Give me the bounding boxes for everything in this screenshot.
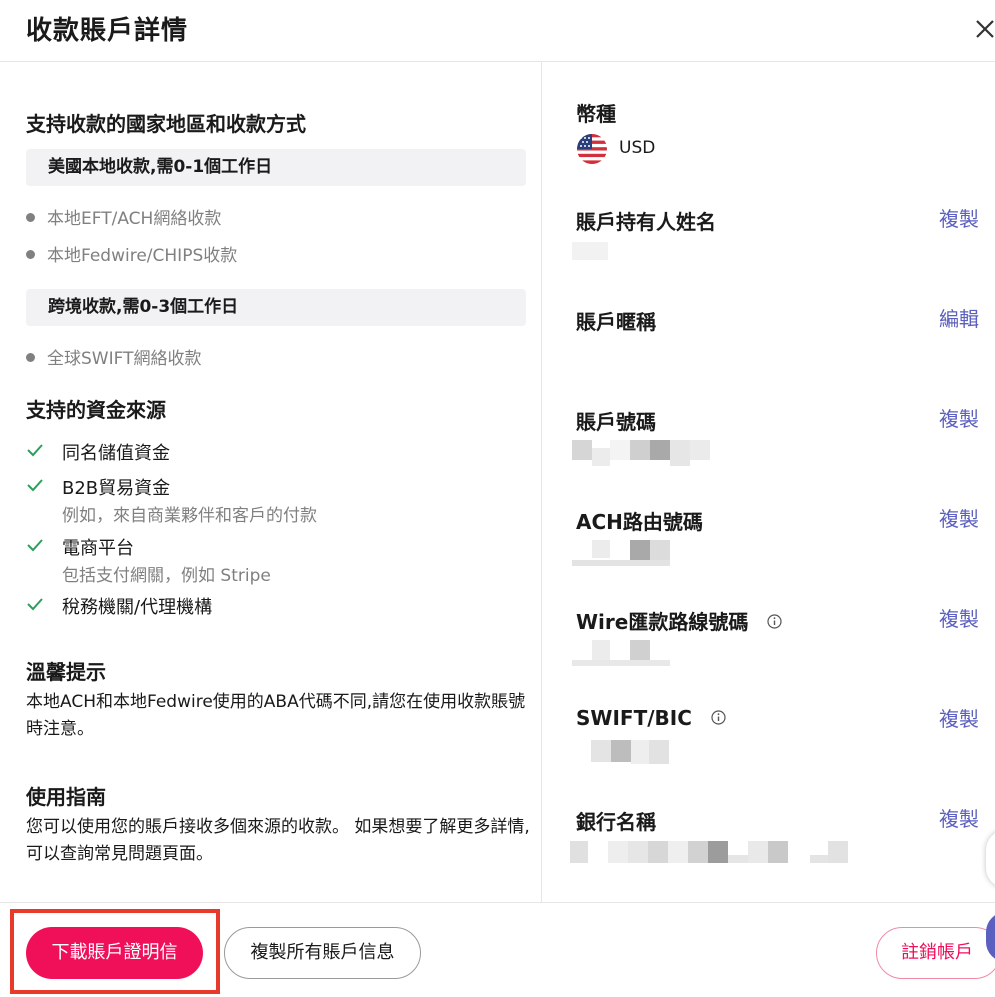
download-proof-letter-button[interactable]: 下載賬戶證明信 xyxy=(26,927,203,979)
copy-bank-name-button[interactable]: 複製 xyxy=(939,803,979,832)
tip-text: 本地ACH和本地Fedwire使用的ABA代碼不同,請您在使用收款賬號時注意。 xyxy=(26,692,526,739)
field-label-wire-routing: Wire匯款路線號碼 xyxy=(576,606,782,635)
check-icon xyxy=(27,539,43,552)
currency-value: USD xyxy=(619,138,656,158)
modal-footer: 下載賬戶證明信 複製所有賬戶信息 註銷帳戶 xyxy=(0,902,995,997)
source-sublabel: 例如，來自商業夥伴和客戶的付款 xyxy=(62,506,317,526)
check-icon xyxy=(27,479,43,492)
source-label: B2B貿易資金 xyxy=(62,478,171,499)
guide-title: 使用指南 xyxy=(26,785,106,809)
method-heading-local: 美國本地收款,需0-1個工作日 xyxy=(26,149,526,186)
copy-swift-bic-button[interactable]: 複製 xyxy=(939,703,979,732)
supported-methods-title: 支持收款的國家地區和收款方式 xyxy=(26,112,306,136)
info-panel: 支持收款的國家地區和收款方式 美國本地收款,需0-1個工作日 本地EFT/ACH… xyxy=(0,62,542,902)
copy-ach-routing-button[interactable]: 複製 xyxy=(939,503,979,532)
field-label-holder-name: 賬戶持有人姓名 xyxy=(576,210,716,234)
field-label-nickname: 賬戶暱稱 xyxy=(576,310,656,334)
page-title: 收款賬戶詳情 xyxy=(26,16,189,46)
copy-account-number-button[interactable]: 複製 xyxy=(939,403,979,432)
currency-label: 幣種 xyxy=(576,102,616,126)
copy-holder-name-button[interactable]: 複製 xyxy=(939,203,979,232)
account-details-panel: 幣種 USD 賬戶持有人姓名 複製 賬戶暱稱 編輯 賬戶號碼 複製 ACH路由號… xyxy=(543,62,995,902)
copy-wire-routing-button[interactable]: 複製 xyxy=(939,603,979,632)
copy-all-info-button[interactable]: 複製所有賬戶信息 xyxy=(224,927,421,979)
bullet-dot xyxy=(26,249,35,259)
check-icon xyxy=(27,444,43,457)
source-label: 電商平台 xyxy=(62,538,134,559)
fund-sources-title: 支持的資金來源 xyxy=(26,398,166,422)
list-item: 本地Fedwire/CHIPS收款 xyxy=(26,241,237,266)
close-account-button[interactable]: 註銷帳戶 xyxy=(876,927,995,979)
source-label: 同名儲值資金 xyxy=(62,443,170,464)
us-flag-icon xyxy=(577,134,607,164)
list-item: 全球SWIFT網絡收款 xyxy=(26,344,201,369)
field-label-swift-bic: SWIFT/BIC xyxy=(576,706,726,730)
list-item: 本地EFT/ACH網絡收款 xyxy=(26,204,221,229)
tip-title: 溫馨提示 xyxy=(26,660,106,684)
modal-header: 收款賬戶詳情 xyxy=(0,0,995,62)
close-icon[interactable] xyxy=(974,18,995,40)
source-label: 稅務機關/代理機構 xyxy=(62,597,213,618)
info-icon[interactable] xyxy=(711,710,726,725)
source-sublabel: 包括支付網關，例如 Stripe xyxy=(62,566,271,586)
check-icon xyxy=(27,598,43,611)
field-label-account-number: 賬戶號碼 xyxy=(576,410,656,434)
info-icon[interactable] xyxy=(767,614,782,629)
edit-nickname-button[interactable]: 編輯 xyxy=(939,303,979,332)
field-label-bank-name: 銀行名稱 xyxy=(576,810,656,834)
method-heading-crossborder: 跨境收款,需0-3個工作日 xyxy=(26,289,526,326)
field-label-ach-routing: ACH路由號碼 xyxy=(576,510,703,534)
bullet-dot xyxy=(26,212,35,222)
bullet-dot xyxy=(26,352,35,362)
guide-text: 您可以使用您的賬戶接收多個來源的收款。 如果想要了解更多詳情,可以查詢常見問題頁… xyxy=(26,817,530,864)
